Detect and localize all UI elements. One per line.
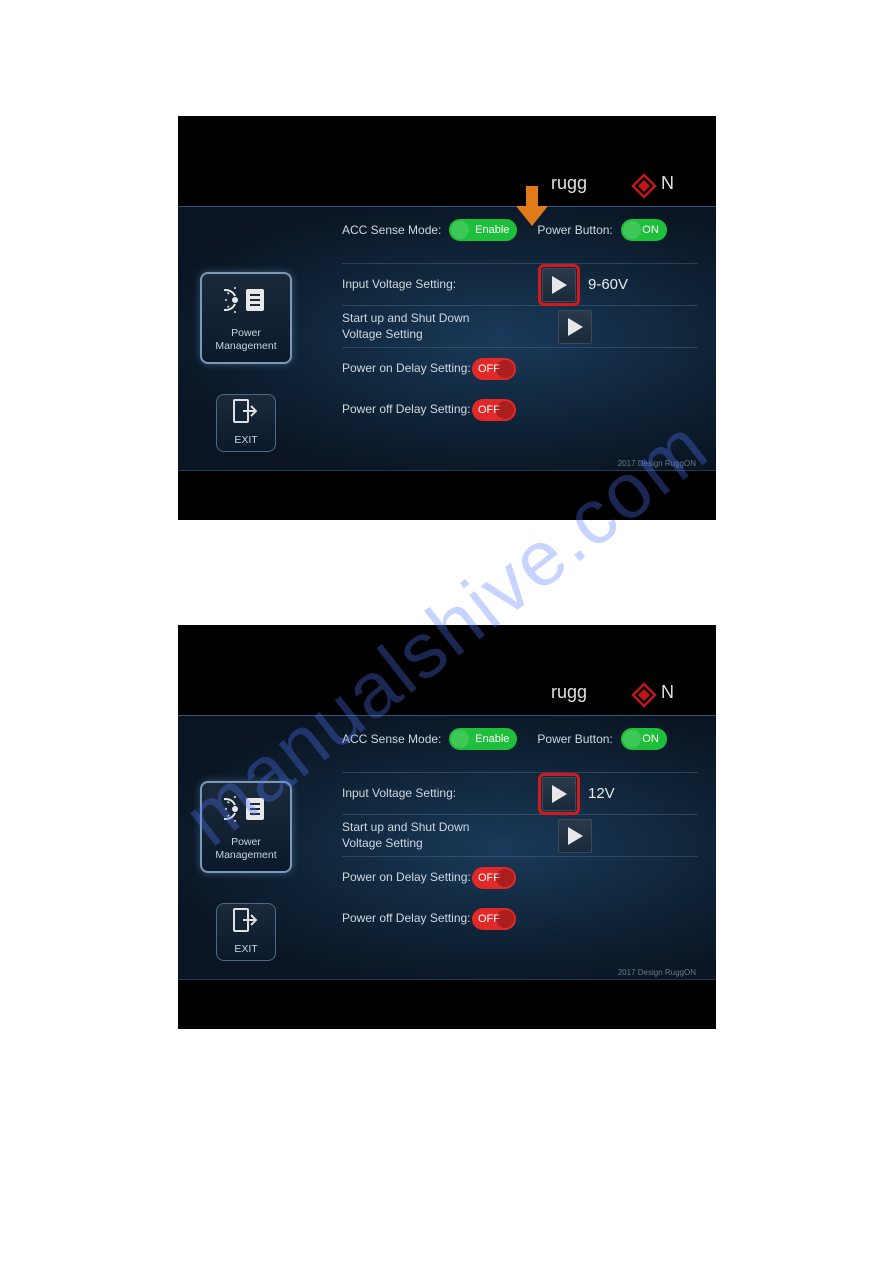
input-voltage-play-button[interactable]	[542, 777, 576, 811]
acc-sense-mode-toggle[interactable]: Enable	[449, 728, 517, 750]
startup-shutdown-row: Start up and Shut Down Voltage Setting	[342, 814, 698, 856]
power-off-delay-row: Power off Delay Setting: OFF	[342, 389, 698, 431]
power-on-delay-row: Power on Delay Setting: OFF	[342, 347, 698, 389]
power-management-label: Power Management	[215, 836, 276, 862]
power-on-delay-label: Power on Delay Setting:	[342, 361, 472, 377]
sidebar: Power Management EXIT	[200, 781, 292, 961]
power-management-button[interactable]: Power Management	[200, 781, 292, 873]
play-icon	[552, 276, 567, 294]
acc-sense-mode-label: ACC Sense Mode:	[342, 223, 441, 237]
top-row: ACC Sense Mode: Enable Power Button: ON	[342, 728, 698, 750]
startup-shutdown-label: Start up and Shut Down Voltage Setting	[342, 311, 542, 342]
power-management-button[interactable]: Power Management	[200, 272, 292, 364]
startup-shutdown-play-button[interactable]	[558, 819, 592, 853]
power-off-delay-toggle[interactable]: OFF	[472, 908, 516, 930]
startup-shutdown-row: Start up and Shut Down Voltage Setting	[342, 305, 698, 347]
sidebar: Power Management EXIT	[200, 272, 292, 452]
svg-text:N: N	[661, 682, 674, 702]
power-on-delay-toggle[interactable]: OFF	[472, 867, 516, 889]
input-voltage-label: Input Voltage Setting:	[342, 786, 542, 802]
svg-text:rugg: rugg	[551, 173, 587, 193]
ruggon-logo: rugg N	[551, 680, 691, 710]
acc-sense-mode-value: Enable	[475, 224, 509, 236]
footer-text: 2017 Design RuggON	[618, 459, 696, 468]
toggle-knob	[496, 910, 514, 928]
input-voltage-label: Input Voltage Setting:	[342, 277, 542, 293]
acc-sense-mode-label: ACC Sense Mode:	[342, 732, 441, 746]
power-off-delay-label: Power off Delay Setting:	[342, 402, 472, 418]
toggle-knob	[623, 730, 641, 748]
power-button-toggle[interactable]: ON	[621, 728, 667, 750]
exit-label: EXIT	[234, 434, 257, 447]
toggle-knob	[496, 360, 514, 378]
power-off-delay-row: Power off Delay Setting: OFF	[342, 898, 698, 940]
toggle-knob	[451, 221, 469, 239]
power-on-delay-toggle[interactable]: OFF	[472, 358, 516, 380]
acc-sense-mode-toggle[interactable]: Enable	[449, 219, 517, 241]
svg-text:rugg: rugg	[551, 682, 587, 702]
footer-text: 2017 Design RuggON	[618, 968, 696, 977]
toggle-knob	[496, 401, 514, 419]
power-on-delay-row: Power on Delay Setting: OFF	[342, 856, 698, 898]
input-voltage-row: Input Voltage Setting: 12V	[342, 772, 698, 814]
toggle-knob	[496, 869, 514, 887]
power-off-delay-toggle[interactable]: OFF	[472, 399, 516, 421]
power-button-toggle[interactable]: ON	[621, 219, 667, 241]
exit-label: EXIT	[234, 943, 257, 956]
svg-text:N: N	[661, 173, 674, 193]
acc-sense-mode-value: Enable	[475, 733, 509, 745]
play-icon	[568, 827, 583, 845]
power-off-delay-label: Power off Delay Setting:	[342, 911, 472, 927]
power-management-icon	[224, 283, 268, 321]
input-voltage-play-button[interactable]	[542, 268, 576, 302]
toggle-knob	[451, 730, 469, 748]
power-button-value: ON	[642, 733, 659, 745]
power-button-label: Power Button:	[537, 223, 612, 237]
settings-main: ACC Sense Mode: Enable Power Button: ON …	[342, 219, 698, 431]
exit-button[interactable]: EXIT	[216, 903, 276, 961]
startup-shutdown-play-button[interactable]	[558, 310, 592, 344]
power-management-label: Power Management	[215, 327, 276, 353]
input-voltage-row: Input Voltage Setting: 9-60V	[342, 263, 698, 305]
exit-icon	[233, 399, 259, 427]
screenshot-panel-2: rugg N Power Management	[178, 625, 716, 1029]
settings-main: ACC Sense Mode: Enable Power Button: ON …	[342, 728, 698, 940]
input-voltage-value: 9-60V	[588, 276, 628, 293]
power-button-label: Power Button:	[537, 732, 612, 746]
power-button-value: ON	[642, 224, 659, 236]
input-voltage-value: 12V	[588, 785, 615, 802]
play-icon	[568, 318, 583, 336]
power-on-delay-label: Power on Delay Setting:	[342, 870, 472, 886]
power-management-icon	[224, 792, 268, 830]
screenshot-panel-1: rugg N	[178, 116, 716, 520]
exit-icon	[233, 908, 259, 936]
top-row: ACC Sense Mode: Enable Power Button: ON	[342, 219, 698, 241]
startup-shutdown-label: Start up and Shut Down Voltage Setting	[342, 820, 542, 851]
toggle-knob	[623, 221, 641, 239]
exit-button[interactable]: EXIT	[216, 394, 276, 452]
ruggon-logo: rugg N	[551, 171, 691, 201]
play-icon	[552, 785, 567, 803]
